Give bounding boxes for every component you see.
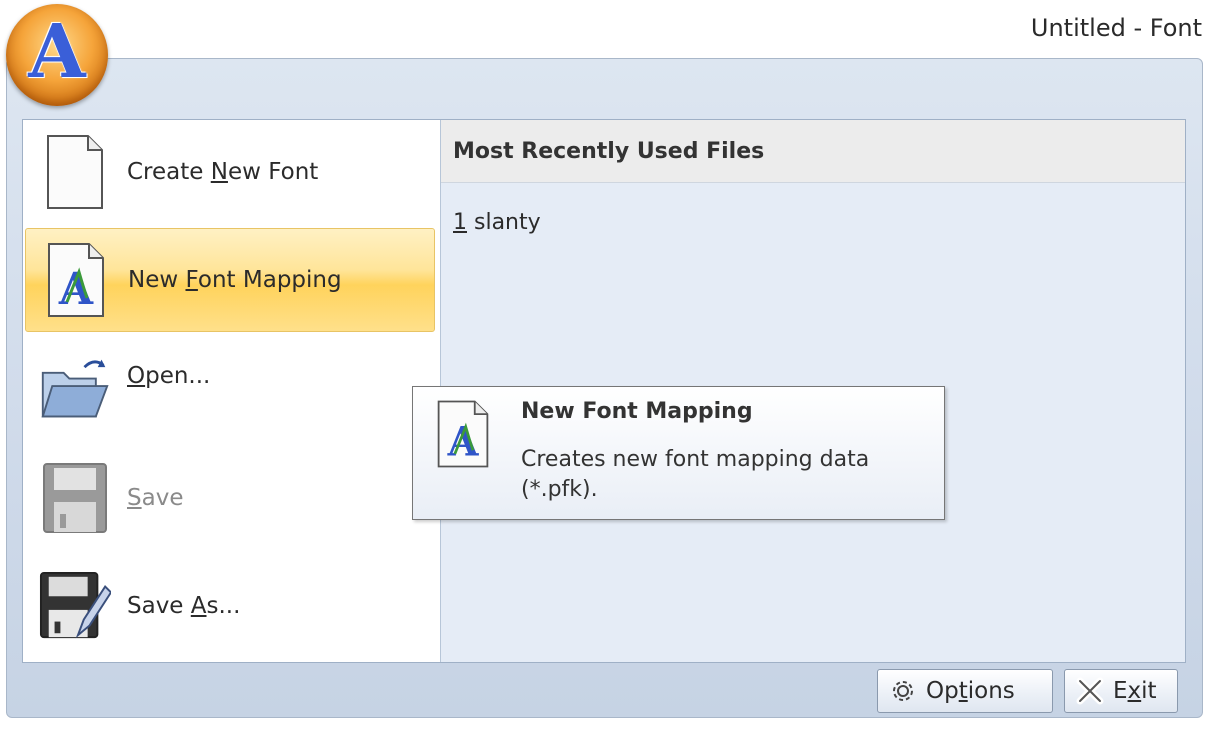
app-menu-button[interactable]: A: [6, 4, 108, 106]
tooltip-description: Creates new font mapping data (*.pfk).: [521, 447, 870, 502]
menu-item-label: Open...: [127, 363, 211, 389]
svg-text:A: A: [447, 420, 480, 466]
blank-page-icon: [39, 132, 111, 212]
recent-file-item[interactable]: 1 slanty: [453, 210, 541, 235]
menu-footer: Options Exit: [7, 661, 1202, 717]
gear-icon: [888, 676, 918, 706]
options-button[interactable]: Options: [877, 669, 1053, 713]
font-mapping-icon: A: [435, 397, 491, 475]
tooltip-title: New Font Mapping: [521, 399, 753, 424]
menu-item-label: New Font Mapping: [128, 267, 342, 293]
font-mapping-icon: A: [40, 240, 112, 320]
window-title: Untitled - Font: [1030, 14, 1202, 42]
menu-commands: Create New Font A New Font Mapping Open.…: [23, 120, 441, 662]
folder-open-icon: [39, 348, 111, 428]
menu-item-label: Save As...: [127, 593, 241, 619]
menu-item-save[interactable]: Save: [25, 446, 435, 550]
floppy-disk-icon: [39, 458, 111, 538]
menu-item-open[interactable]: Open...: [25, 336, 435, 440]
floppy-pencil-icon: [39, 566, 111, 646]
tooltip-new-font-mapping: A New Font Mapping Creates new font mapp…: [412, 386, 945, 520]
menu-item-label: Create New Font: [127, 159, 319, 185]
menu-item-new-font-mapping[interactable]: A New Font Mapping: [25, 228, 435, 332]
recent-files-header: Most Recently Used Files: [441, 120, 1185, 183]
close-x-icon: [1075, 676, 1105, 706]
options-label: Options: [926, 678, 1015, 704]
exit-label: Exit: [1113, 678, 1157, 704]
menu-item-create-new-font[interactable]: Create New Font: [25, 120, 435, 224]
menu-item-save-as[interactable]: Save As...: [25, 554, 435, 658]
menu-item-label: Save: [127, 485, 184, 511]
exit-button[interactable]: Exit: [1064, 669, 1178, 713]
svg-text:A: A: [58, 264, 94, 315]
app-logo-icon: A: [28, 9, 86, 95]
